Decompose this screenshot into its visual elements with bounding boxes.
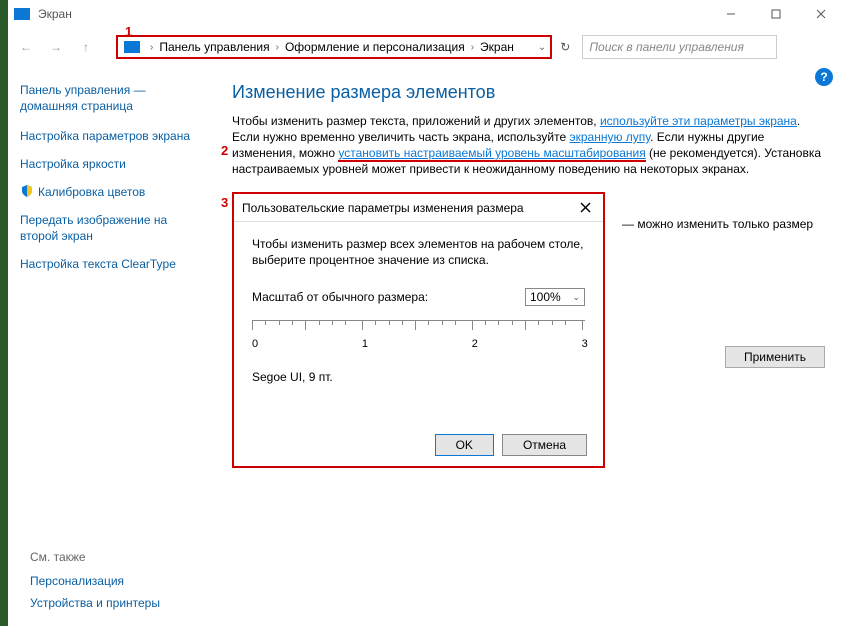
close-button[interactable] xyxy=(798,0,843,28)
chevron-down-icon: ⌄ xyxy=(572,292,580,303)
scale-label: Масштаб от обычного размера: xyxy=(252,290,525,304)
annotation-2: 2 xyxy=(221,143,228,158)
sidebar-item-label: Настройка текста ClearType xyxy=(20,256,176,272)
ruler-label: 2 xyxy=(472,338,478,350)
apply-holder: Применить xyxy=(725,346,825,368)
dialog-title: Пользовательские параметры изменения раз… xyxy=(242,201,575,215)
custom-scaling-dialog: Пользовательские параметры изменения раз… xyxy=(232,192,605,468)
ruler[interactable]: 0 1 2 3 xyxy=(252,316,585,360)
chevron-right-icon: › xyxy=(150,42,153,53)
crumb-item[interactable]: Оформление и персонализация xyxy=(285,40,465,54)
dialog-titlebar: Пользовательские параметры изменения раз… xyxy=(234,194,603,222)
sidebar: Панель управления — домашняя страница На… xyxy=(20,82,200,272)
sidebar-item-label: Передать изображение на второй экран xyxy=(20,212,200,244)
shield-icon xyxy=(20,184,34,198)
font-sample: Segoe UI, 9 пт. xyxy=(252,370,585,384)
toolbar: ← → ↑ › Панель управления › Оформление и… xyxy=(8,28,843,66)
crumb-item[interactable]: Панель управления xyxy=(159,40,269,54)
annotation-1: 1 xyxy=(125,24,132,39)
ruler-label: 1 xyxy=(362,338,368,350)
dialog-close-button[interactable] xyxy=(575,198,595,218)
see-also-header: См. также xyxy=(30,550,160,564)
magnifier-link[interactable]: экранную лупу xyxy=(570,130,651,144)
note-text: — можно изменить только размер xyxy=(622,217,831,231)
monitor-icon xyxy=(124,41,140,53)
left-decor xyxy=(0,0,8,626)
sidebar-item[interactable]: Настройка яркости xyxy=(20,156,200,172)
chevron-right-icon: › xyxy=(276,42,279,53)
dropdown-icon[interactable]: ⌄ xyxy=(538,42,546,53)
dialog-text: Чтобы изменить размер всех элементов на … xyxy=(252,236,585,268)
see-also: См. также Персонализация Устройства и пр… xyxy=(30,550,160,610)
maximize-button[interactable] xyxy=(753,0,798,28)
sidebar-item-label: Настройка яркости xyxy=(20,156,126,172)
page-title: Изменение размера элементов xyxy=(232,82,831,103)
sidebar-item-label: Калибровка цветов xyxy=(38,184,145,200)
see-also-link[interactable]: Персонализация xyxy=(30,574,160,588)
back-button[interactable]: ← xyxy=(14,35,38,59)
titlebar: Экран xyxy=(8,0,843,28)
sidebar-item[interactable]: Передать изображение на второй экран xyxy=(20,212,200,244)
crumb-item[interactable]: Экран xyxy=(480,40,514,54)
up-button[interactable]: ↑ xyxy=(74,35,98,59)
breadcrumb[interactable]: › Панель управления › Оформление и персо… xyxy=(116,35,552,59)
scale-value: 100% xyxy=(530,290,561,304)
description-text: Чтобы изменить размер текста, приложений… xyxy=(232,113,831,177)
sidebar-item[interactable]: Калибровка цветов xyxy=(20,184,200,200)
cancel-button[interactable]: Отмена xyxy=(502,434,587,456)
ruler-label: 0 xyxy=(252,338,258,350)
minimize-button[interactable] xyxy=(708,0,753,28)
custom-scaling-link[interactable]: установить настраиваемый уровень масштаб… xyxy=(338,146,645,162)
refresh-button[interactable]: ↻ xyxy=(560,40,570,54)
sidebar-home-link[interactable]: Панель управления — домашняя страница xyxy=(20,82,200,114)
sidebar-item[interactable]: Настройка текста ClearType xyxy=(20,256,200,272)
chevron-right-icon: › xyxy=(471,42,474,53)
scale-combo[interactable]: 100% ⌄ xyxy=(525,288,585,306)
window-icon xyxy=(14,8,30,20)
dialog-body: Чтобы изменить размер всех элементов на … xyxy=(234,222,603,398)
window-title: Экран xyxy=(38,7,72,21)
search-input[interactable]: Поиск в панели управления xyxy=(582,35,777,59)
annotation-3: 3 xyxy=(221,195,228,210)
sidebar-item-label: Настройка параметров экрана xyxy=(20,128,190,144)
see-also-link[interactable]: Устройства и принтеры xyxy=(30,596,160,610)
display-settings-link[interactable]: используйте эти параметры экрана xyxy=(600,114,797,128)
ok-button[interactable]: OK xyxy=(435,434,494,456)
apply-button[interactable]: Применить xyxy=(725,346,825,368)
ruler-label: 3 xyxy=(582,338,588,350)
sidebar-item[interactable]: Настройка параметров экрана xyxy=(20,128,200,144)
forward-button[interactable]: → xyxy=(44,35,68,59)
